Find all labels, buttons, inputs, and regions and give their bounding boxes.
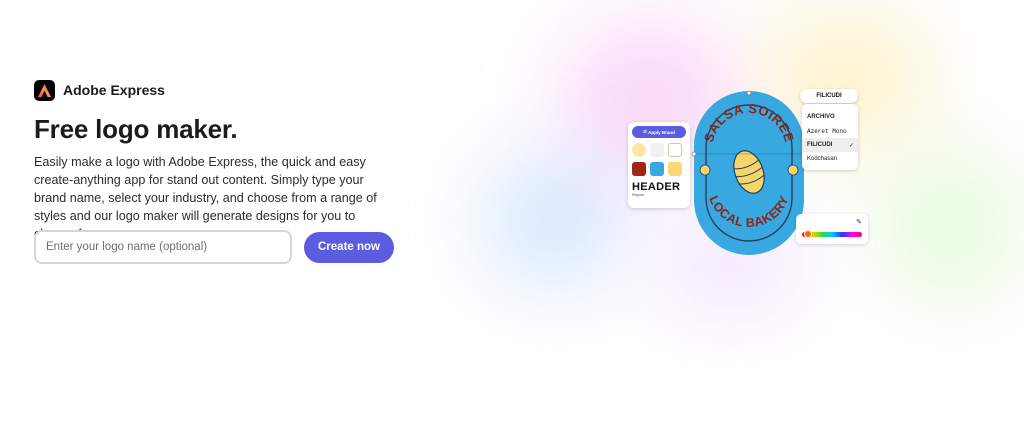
adobe-express-logo-icon — [34, 79, 55, 101]
brand-name: Adobe Express — [63, 82, 165, 98]
hue-slider-handle — [804, 230, 812, 238]
brand-row[interactable]: Adobe Express — [34, 79, 414, 101]
logo-form: Create now — [34, 230, 394, 264]
font-list-card: ARCHIVO Azeret Mono FILICUDI ✓ Kodchasan — [802, 104, 858, 170]
apply-brand-label: Apply Brand — [648, 129, 675, 135]
eyedropper-icon: ✎ — [856, 219, 862, 226]
glow-green — [880, 150, 1020, 300]
text-swatch — [650, 143, 664, 157]
apply-brand-button: ⇄ Apply Brand — [632, 126, 686, 138]
font-option: Azeret Mono — [807, 127, 847, 135]
check-icon: ✓ — [848, 142, 854, 149]
font-option-selected: FILICUDI ✓ — [802, 138, 858, 152]
logo-name-input[interactable] — [34, 230, 292, 264]
bakery-logo-badge: SALSA SOIREE LOCAL BAKERY — [691, 90, 807, 255]
header-sample: HEADER — [632, 181, 681, 193]
page-title: Free logo maker. — [34, 114, 238, 144]
color-picker-card: ✎ — [796, 214, 868, 244]
font-option: Kodchasan — [807, 156, 838, 162]
yellow-swatch — [668, 162, 682, 176]
create-now-button[interactable]: Create now — [304, 231, 394, 263]
red-swatch — [632, 162, 646, 176]
sun-swatch — [632, 143, 646, 157]
font-pill: FILICUDI — [800, 89, 858, 103]
logo-illustration: ⇄ Apply Brand HEADER Regular SALSA SOIRE… — [620, 88, 880, 263]
color-swatch-row — [632, 162, 686, 176]
logo-swatch-row — [632, 143, 686, 157]
sun-right-icon — [787, 164, 799, 176]
header-sub-sample: Regular — [632, 193, 645, 197]
selected-font-label: FILICUDI — [807, 142, 833, 148]
glow-blue — [480, 150, 630, 290]
hero-section: Adobe Express Free logo maker. Easily ma… — [34, 79, 414, 243]
brand-kit-card: ⇄ Apply Brand HEADER Regular — [628, 122, 690, 208]
font-option: ARCHIVO — [807, 114, 835, 120]
blue-swatch — [650, 162, 664, 176]
sun-left-icon — [699, 164, 711, 176]
croissant-swatch — [668, 143, 682, 157]
